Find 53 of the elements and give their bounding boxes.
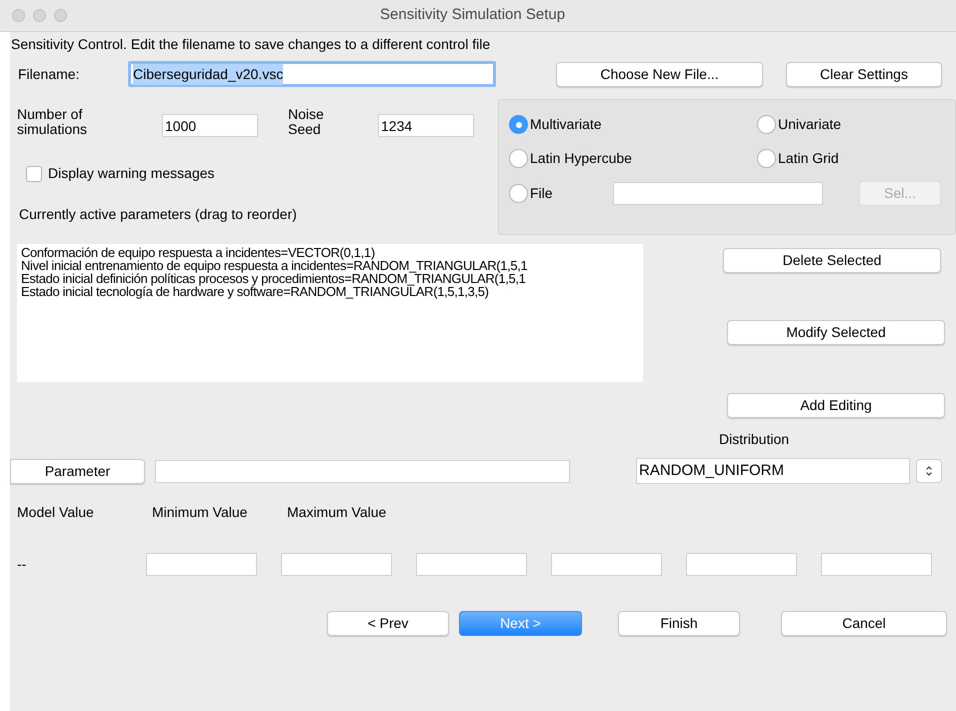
radio-label: Latin Hypercube	[530, 149, 632, 168]
window-title: Sensitivity Simulation Setup	[380, 5, 566, 26]
parameter-entry[interactable]: Estado inicial tecnología de hardware y software=RANDOM_TRIANGULAR(1,5,1,3,5)	[21, 285, 643, 298]
noise-seed-field[interactable]: 1234	[378, 114, 474, 137]
column-label: Minimum Value	[152, 503, 248, 522]
parameter-entry[interactable]: Conformación de equipo respuesta a incidentes=VECTOR(0,1,1)	[21, 246, 643, 259]
checkbox-label: Display warning messages	[48, 164, 215, 183]
filename-field[interactable]: Ciberseguridad_v20.vsc	[128, 61, 496, 87]
nav-button[interactable]: Finish	[618, 611, 740, 636]
window-control-icon[interactable]	[12, 9, 25, 22]
column-label: Model Value	[17, 503, 95, 522]
radio-label: Multivariate	[530, 115, 602, 134]
noise-seed-label: Noise Seed	[288, 107, 325, 137]
radio-button[interactable]	[509, 115, 528, 134]
radio-label: File	[530, 184, 553, 203]
distribution-dropdown[interactable]: RANDOM_UNIFORM	[636, 458, 910, 484]
column-label: Maximum Value	[287, 503, 388, 522]
clear-settings-button[interactable]: Clear Settings	[786, 62, 942, 86]
checkbox[interactable]	[26, 166, 42, 182]
value-field[interactable]	[146, 553, 257, 576]
select-button: Sel...	[859, 181, 941, 206]
window-control-icon[interactable]	[54, 9, 67, 22]
description-text: Sensitivity Control. Edit the filename to save changes to a different control file	[11, 35, 492, 54]
value-field[interactable]	[551, 553, 662, 576]
parameter-entry[interactable]: Nivel inicial entrenamiento de equipo respuesta a incidentes=RANDOM_TRIANGULAR(1,5,1	[21, 259, 643, 272]
radio-button[interactable]	[509, 149, 528, 168]
radio-button[interactable]	[509, 184, 528, 203]
nav-button[interactable]: Cancel	[781, 611, 947, 636]
window-control-icon[interactable]	[33, 9, 46, 22]
value-field[interactable]	[821, 553, 932, 576]
section-label: Currently active parameters (drag to reorder)	[19, 205, 298, 224]
choose-file-button[interactable]: Choose New File...	[556, 62, 763, 86]
file-field[interactable]	[613, 182, 823, 205]
radio-label: Univariate	[778, 115, 842, 134]
nav-button[interactable]: < Prev	[327, 611, 449, 636]
model-value-text: --	[17, 555, 28, 574]
radio-button[interactable]	[757, 115, 776, 134]
stepper-icon[interactable]	[916, 459, 942, 483]
parameter-button[interactable]: Parameter	[10, 458, 145, 484]
delete-selected-button[interactable]: Delete Selected	[723, 248, 941, 273]
value-field[interactable]	[686, 553, 797, 576]
filename-label: Filename:	[18, 64, 80, 84]
radio-label: Latin Grid	[778, 149, 839, 168]
modify-selected-button[interactable]: Modify Selected	[727, 320, 945, 345]
simulations-field[interactable]: 1000	[162, 114, 258, 137]
parameter-field[interactable]	[155, 460, 570, 482]
simulations-label: Number of simulations	[17, 107, 88, 137]
radio-button[interactable]	[757, 149, 776, 168]
distribution-label: Distribution	[719, 430, 790, 449]
add-editing-button[interactable]: Add Editing	[727, 393, 945, 418]
value-field[interactable]	[416, 553, 527, 576]
value-field[interactable]	[281, 553, 392, 576]
parameter-entry[interactable]: Estado inicial definición políticas procesos y procedimientos=RANDOM_TRIANGULAR(1,5,1	[21, 272, 643, 285]
